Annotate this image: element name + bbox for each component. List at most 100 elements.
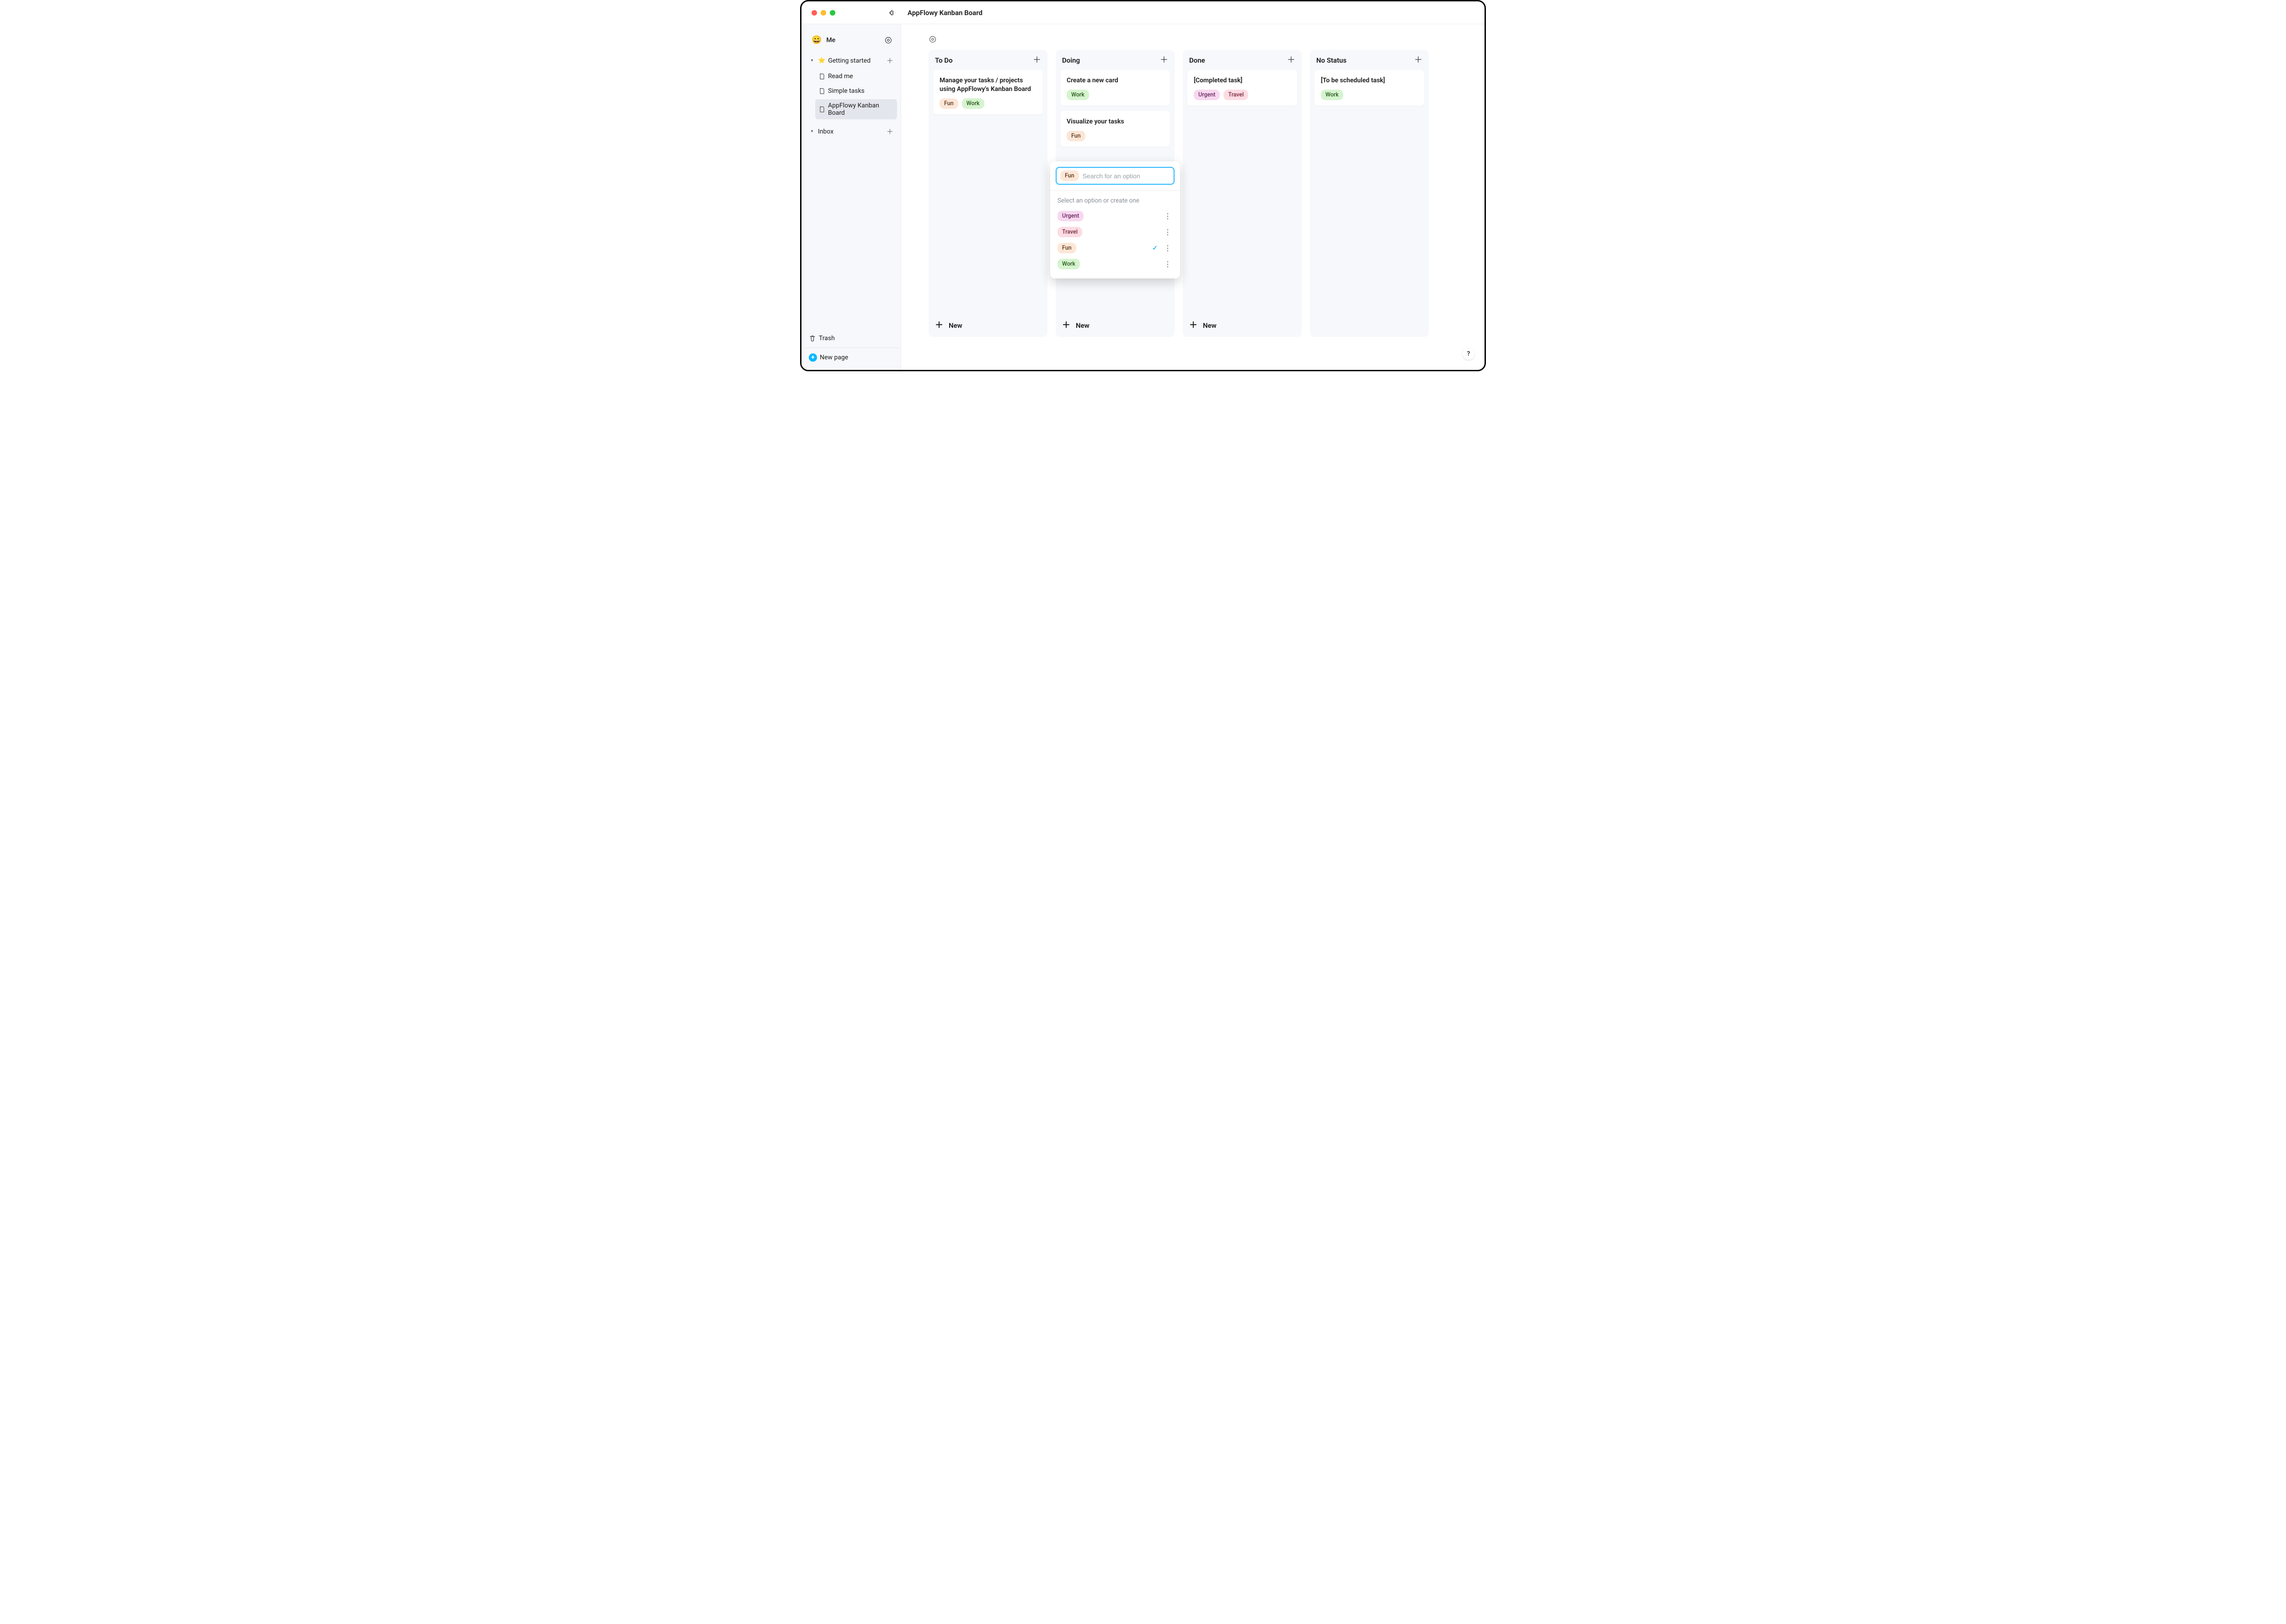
card[interactable]: Manage your tasks / projects using AppFl… [933,70,1043,114]
chevron-down-icon: ▾ [809,129,815,134]
tag-chip: Work [1058,259,1080,269]
more-icon[interactable]: ⋮ [1162,244,1173,252]
column-new-button[interactable]: ＋New [1183,317,1302,337]
titlebar: AppFlowy Kanban Board [801,1,1485,24]
card-title: Create a new card [1067,76,1164,85]
tag-travel[interactable]: Travel [1223,90,1248,100]
tag-chip: Urgent [1058,211,1084,221]
board-settings-button[interactable] [929,35,1485,43]
nav-tree: ▾ ⭐ Getting started ＋ Read me [801,53,901,141]
tag-search-input[interactable] [1083,172,1170,180]
column-cards: [Completed task] UrgentTravel [1183,70,1302,317]
board-columns: To Do＋ Manage your tasks / projects using… [929,50,1485,337]
plus-icon: + [809,353,817,362]
tag-urgent[interactable]: Urgent [1194,90,1220,100]
tag-search-wrap[interactable]: Fun [1056,167,1175,185]
new-page-label: New page [820,354,848,361]
tag-option-work[interactable]: Work ⋮ [1056,257,1175,271]
column-cards: [To be scheduled task] Work [1310,70,1429,337]
sidebar-section-label: Getting started [828,57,871,64]
more-icon[interactable]: ⋮ [1162,228,1173,236]
document-icon [819,106,825,112]
help-button[interactable]: ? [1463,348,1474,360]
more-icon[interactable]: ⋮ [1162,260,1173,268]
plus-icon: ＋ [935,321,943,330]
column-add-button[interactable]: ＋ [1414,56,1422,64]
card-title: Visualize your tasks [1067,118,1164,126]
column-doing: Doing＋ Create a new card Work Visualize you… [1056,50,1175,337]
sidebar-item-readme[interactable]: Read me [815,70,897,83]
card-tags: UrgentTravel [1194,90,1291,100]
column-done: Done ＋ [Completed task] UrgentTravel ＋New [1183,50,1302,337]
column-header: Doing＋ [1056,50,1175,70]
card-title: [Completed task] [1194,76,1291,85]
column-new-button[interactable]: ＋ New [929,317,1047,337]
tag-work[interactable]: Work [1067,90,1089,100]
minimize-window-button[interactable] [821,10,826,16]
column-header: Done ＋ [1183,50,1302,70]
column-title: No Status [1316,56,1346,64]
tag-chip: Travel [1058,227,1082,237]
tag-chip: Fun [1058,243,1076,253]
card[interactable]: [Completed task] UrgentTravel [1187,70,1297,106]
tag-fun[interactable]: Fun [940,98,958,109]
new-page-button[interactable]: + New page [805,351,897,364]
sidebar-section-getting-started[interactable]: ▾ ⭐ Getting started ＋ [805,53,897,68]
card[interactable]: Visualize your tasks Fun [1060,111,1170,147]
trash-button[interactable]: Trash [805,332,897,345]
tag-work[interactable]: Work [962,98,984,109]
column-nostatus: No Status ＋ [To be scheduled task] Work [1310,50,1429,337]
document-icon [819,88,825,94]
plus-icon: ＋ [1062,321,1070,330]
board-area: To Do＋ Manage your tasks / projects using… [901,24,1485,370]
tag-option-urgent[interactable]: Urgent ⋮ [1056,209,1175,223]
trash-icon [809,335,816,342]
chevron-down-icon: ▾ [809,58,815,63]
sidebar-item-simple-tasks[interactable]: Simple tasks [815,85,897,97]
column-add-button[interactable]: ＋ [1160,56,1168,64]
card-tags: Work [1067,90,1164,100]
gear-icon[interactable] [884,36,892,44]
card-tags: Fun [1067,131,1164,141]
close-window-button[interactable] [812,10,817,16]
sidebar: 😀 Me ▾ ⭐ Getting started ＋ [801,24,901,370]
add-page-button[interactable]: ＋ [887,56,893,65]
sidebar-item-label: AppFlowy Kanban Board [828,102,893,117]
column-add-button[interactable]: ＋ [1033,56,1041,64]
column-header: No Status ＋ [1310,50,1429,70]
new-label: New [1076,321,1090,330]
tag-fun[interactable]: Fun [1067,131,1085,141]
sidebar-section-label: Inbox [818,128,833,135]
card[interactable]: [To be scheduled task] Work [1314,70,1424,106]
sidebar-section-inbox[interactable]: ▾ Inbox ＋ [805,124,897,139]
column-header: To Do＋ [929,50,1047,70]
card-title: [To be scheduled task] [1321,76,1418,85]
sidebar-item-label: Read me [828,73,853,80]
tag-work[interactable]: Work [1321,90,1343,100]
column-title: Done [1189,56,1205,64]
card-tags: Fun Work [940,98,1036,109]
more-icon[interactable]: ⋮ [1162,212,1173,220]
sidebar-item-label: Simple tasks [828,87,865,95]
column-todo: To Do＋ Manage your tasks / projects using… [929,50,1047,337]
collapse-sidebar-button[interactable] [887,9,895,16]
sidebar-item-kanban-board[interactable]: AppFlowy Kanban Board [815,99,897,119]
tag-option-fun[interactable]: Fun ✓ ⋮ [1056,241,1175,255]
tag-option-travel[interactable]: Travel ⋮ [1056,225,1175,239]
new-label: New [949,321,962,330]
column-new-button[interactable]: ＋ New [1056,317,1175,337]
user-name: Me [826,37,835,44]
column-add-button[interactable]: ＋ [1287,56,1295,64]
trash-label: Trash [819,335,835,342]
user-row[interactable]: 😀 Me [801,32,901,53]
card-title: Manage your tasks / projects using AppFl… [940,76,1036,94]
card[interactable]: Create a new card Work [1060,70,1170,106]
add-page-button[interactable]: ＋ [887,127,893,136]
column-cards: Create a new card Work Visualize your task… [1056,70,1175,317]
check-icon: ✓ [1152,245,1158,252]
app-window: AppFlowy Kanban Board 😀 Me ▾ ⭐ Getting s… [800,0,1486,371]
document-icon [819,73,825,80]
window-controls [801,9,901,16]
maximize-window-button[interactable] [830,10,835,16]
selected-tag-chip[interactable]: Fun [1060,171,1079,181]
